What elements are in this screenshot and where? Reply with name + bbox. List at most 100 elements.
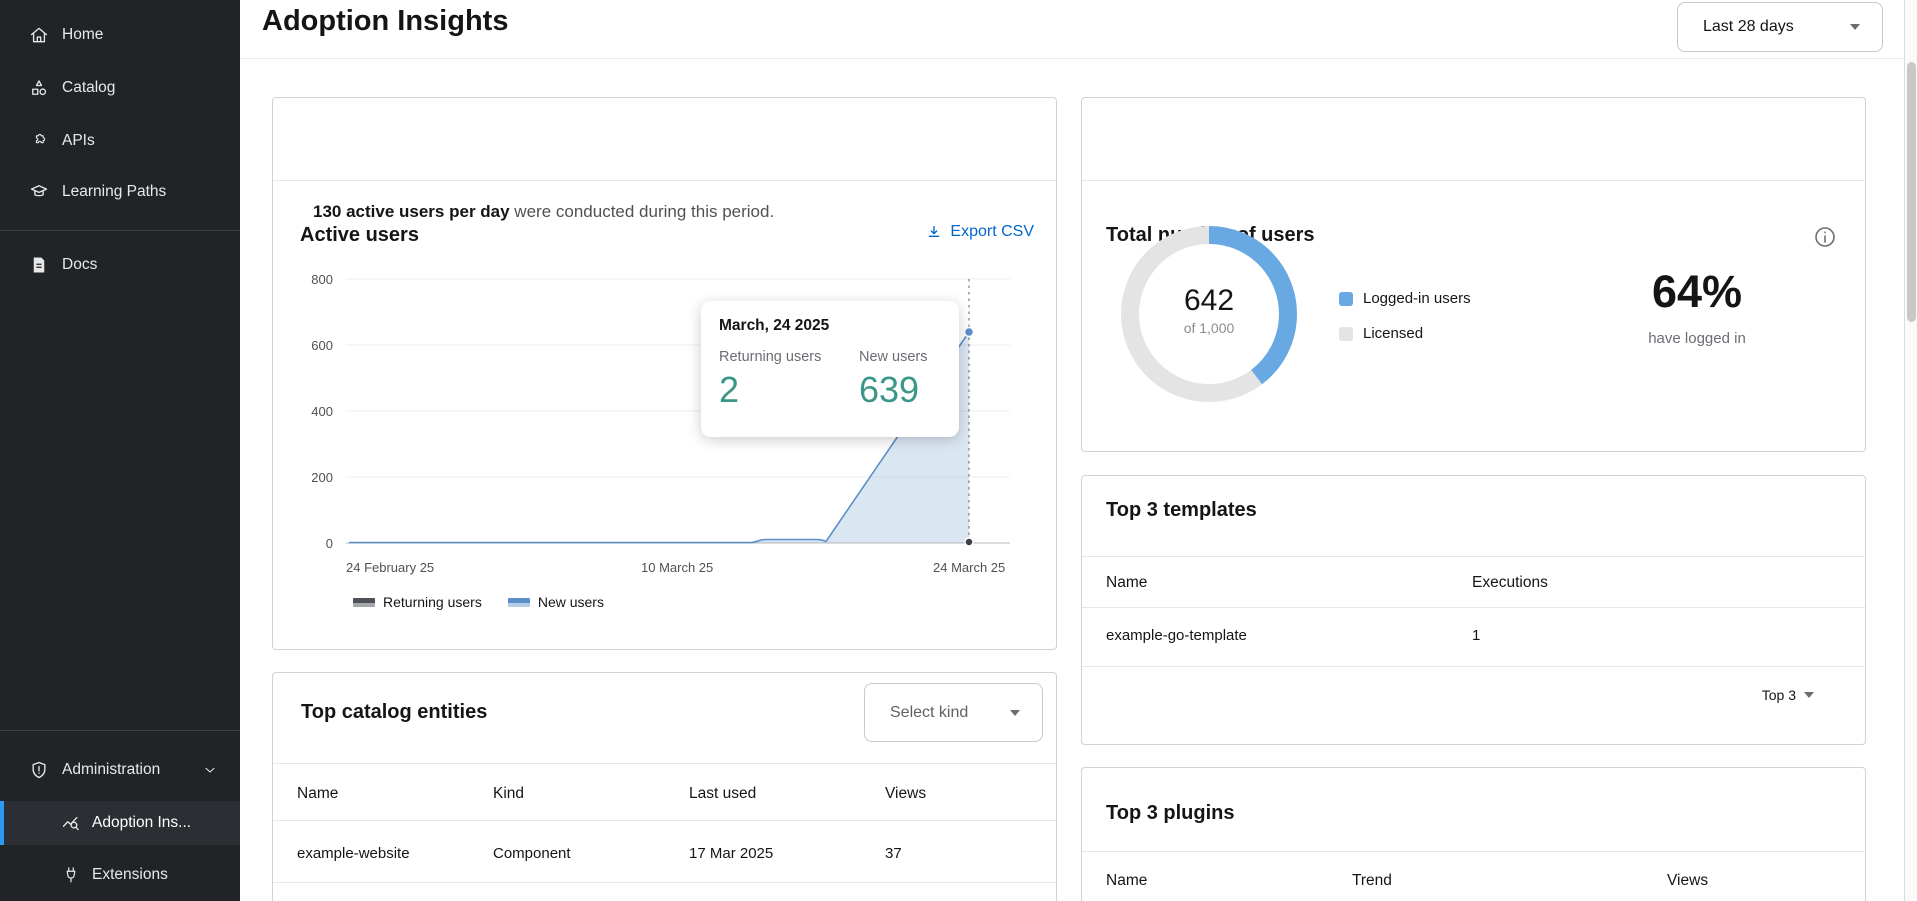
tooltip-label: Returning users bbox=[719, 349, 859, 365]
info-icon[interactable] bbox=[1813, 225, 1837, 254]
shield-exclamation-icon bbox=[28, 759, 50, 781]
sidebar-item-administration[interactable]: Administration bbox=[0, 748, 240, 792]
caret-down-icon bbox=[1850, 24, 1860, 30]
sidebar-item-label: APIs bbox=[62, 132, 95, 150]
logged-in-swatch bbox=[1339, 292, 1353, 306]
sidebar-item-label: Docs bbox=[62, 256, 97, 274]
tooltip-value: 639 bbox=[859, 369, 941, 411]
legend-item-logged-in: Logged-in users bbox=[1339, 290, 1471, 307]
column-header-name: Name bbox=[1106, 574, 1147, 592]
document-icon bbox=[28, 254, 50, 276]
donut-subvalue: of 1,000 bbox=[1109, 320, 1309, 336]
sidebar-item-label: Home bbox=[62, 26, 103, 44]
sidebar-divider bbox=[0, 730, 240, 731]
selected-indicator bbox=[0, 801, 4, 845]
total-users-card: Total number of users 642 of 1,000 Logge… bbox=[1081, 97, 1866, 452]
entity-views-value: 37 bbox=[885, 845, 902, 862]
percent-value: 64% bbox=[1587, 266, 1807, 318]
column-header-trend: Trend bbox=[1352, 872, 1392, 890]
percent-caption: have logged in bbox=[1587, 330, 1807, 347]
sidebar-divider bbox=[0, 230, 240, 231]
x-tick: 10 March 25 bbox=[641, 560, 713, 575]
column-header-executions: Executions bbox=[1472, 574, 1548, 592]
tooltip-label: New users bbox=[859, 349, 941, 365]
sidebar-item-label: Extensions bbox=[92, 866, 168, 884]
adoption-insights-page: Home Catalog APIs Learning Paths D bbox=[0, 0, 1917, 901]
active-users-card: Active users Export CSV 130 active users… bbox=[272, 97, 1057, 650]
chart-tooltip: March, 24 2025 Returning users 2 New use… bbox=[701, 301, 959, 437]
scrollbar-thumb[interactable] bbox=[1907, 62, 1916, 322]
column-header-views: Views bbox=[1667, 872, 1708, 890]
home-icon bbox=[28, 24, 50, 46]
sidebar-item-learning-paths[interactable]: Learning Paths bbox=[0, 170, 240, 214]
card-title: Top 3 plugins bbox=[1106, 802, 1235, 825]
page-title: Adoption Insights bbox=[262, 5, 508, 38]
tooltip-value: 2 bbox=[719, 369, 859, 411]
kind-select[interactable]: Select kind bbox=[864, 683, 1043, 742]
logged-in-percent-block: 64% have logged in bbox=[1587, 266, 1807, 347]
sidebar-item-home[interactable]: Home bbox=[0, 13, 240, 57]
top-templates-card: Top 3 templates Name Executions example-… bbox=[1081, 475, 1866, 745]
kind-select-value: Select kind bbox=[890, 704, 968, 722]
caret-down-icon bbox=[1804, 692, 1814, 698]
returning-users-swatch bbox=[353, 598, 375, 607]
chevron-down-icon bbox=[202, 762, 218, 783]
insights-chart-icon bbox=[60, 812, 82, 834]
table-divider bbox=[1082, 607, 1865, 608]
new-users-swatch bbox=[508, 598, 530, 607]
card-header-divider bbox=[1082, 556, 1865, 557]
card-header-divider bbox=[1082, 851, 1865, 852]
date-range-value: Last 28 days bbox=[1703, 18, 1794, 36]
graduation-cap-icon bbox=[28, 181, 50, 203]
sidebar-item-label: Learning Paths bbox=[62, 183, 166, 201]
template-name-link[interactable]: example-go-template bbox=[1106, 627, 1247, 644]
templates-pagination-select[interactable]: Top 3 bbox=[1762, 687, 1814, 703]
sidebar-item-docs[interactable]: Docs bbox=[0, 243, 240, 287]
legend-label: Returning users bbox=[383, 594, 482, 610]
card-title: Top 3 templates bbox=[1106, 499, 1257, 522]
column-header-name: Name bbox=[297, 785, 338, 803]
sidebar-item-label: Administration bbox=[62, 761, 160, 779]
table-divider bbox=[1082, 666, 1865, 667]
sidebar-item-label: Adoption Ins... bbox=[92, 814, 191, 832]
licensed-swatch bbox=[1339, 327, 1353, 341]
x-tick: 24 February 25 bbox=[346, 560, 434, 575]
top-plugins-card: Top 3 plugins Name Trend Views bbox=[1081, 767, 1866, 901]
card-title: Top catalog entities bbox=[301, 701, 487, 724]
entity-last-used-value: 17 Mar 2025 bbox=[689, 845, 773, 862]
column-header-last-used: Last used bbox=[689, 785, 756, 803]
header-divider bbox=[240, 58, 1904, 59]
column-header-name: Name bbox=[1106, 872, 1147, 890]
sidebar: Home Catalog APIs Learning Paths D bbox=[0, 0, 240, 901]
column-header-views: Views bbox=[885, 785, 926, 803]
sidebar-item-label: Catalog bbox=[62, 79, 115, 97]
top-catalog-entities-card: Top catalog entities Select kind Name Ki… bbox=[272, 672, 1057, 901]
card-header-divider bbox=[273, 763, 1056, 764]
donut-center-label: 642 of 1,000 bbox=[1109, 284, 1309, 336]
template-executions-value: 1 bbox=[1472, 627, 1480, 644]
puzzle-icon bbox=[28, 130, 50, 152]
column-header-kind: Kind bbox=[493, 785, 524, 803]
caret-down-icon bbox=[1010, 710, 1020, 716]
legend-item-returning-users: Returning users bbox=[353, 594, 482, 610]
legend-item-licensed: Licensed bbox=[1339, 325, 1423, 342]
date-range-select[interactable]: Last 28 days bbox=[1677, 2, 1883, 52]
legend-label: Logged-in users bbox=[1363, 290, 1471, 307]
catalog-icon bbox=[28, 77, 50, 99]
entity-name-link[interactable]: example-website bbox=[297, 845, 410, 862]
donut-value: 642 bbox=[1109, 284, 1309, 318]
x-tick: 24 March 25 bbox=[933, 560, 1005, 575]
sidebar-item-catalog[interactable]: Catalog bbox=[0, 66, 240, 110]
sidebar-item-adoption-insights[interactable]: Adoption Ins... bbox=[0, 801, 240, 845]
table-divider bbox=[273, 882, 1056, 883]
sidebar-item-apis[interactable]: APIs bbox=[0, 119, 240, 163]
chart-legend: Returning users New users bbox=[353, 594, 604, 610]
table-divider bbox=[273, 820, 1056, 821]
sidebar-item-extensions[interactable]: Extensions bbox=[0, 853, 240, 897]
plug-icon bbox=[60, 864, 82, 886]
tooltip-date: March, 24 2025 bbox=[719, 317, 941, 335]
card-header-divider bbox=[1082, 180, 1865, 181]
vertical-scrollbar bbox=[1904, 0, 1917, 901]
legend-label: Licensed bbox=[1363, 325, 1423, 342]
pagination-label: Top 3 bbox=[1762, 687, 1796, 703]
